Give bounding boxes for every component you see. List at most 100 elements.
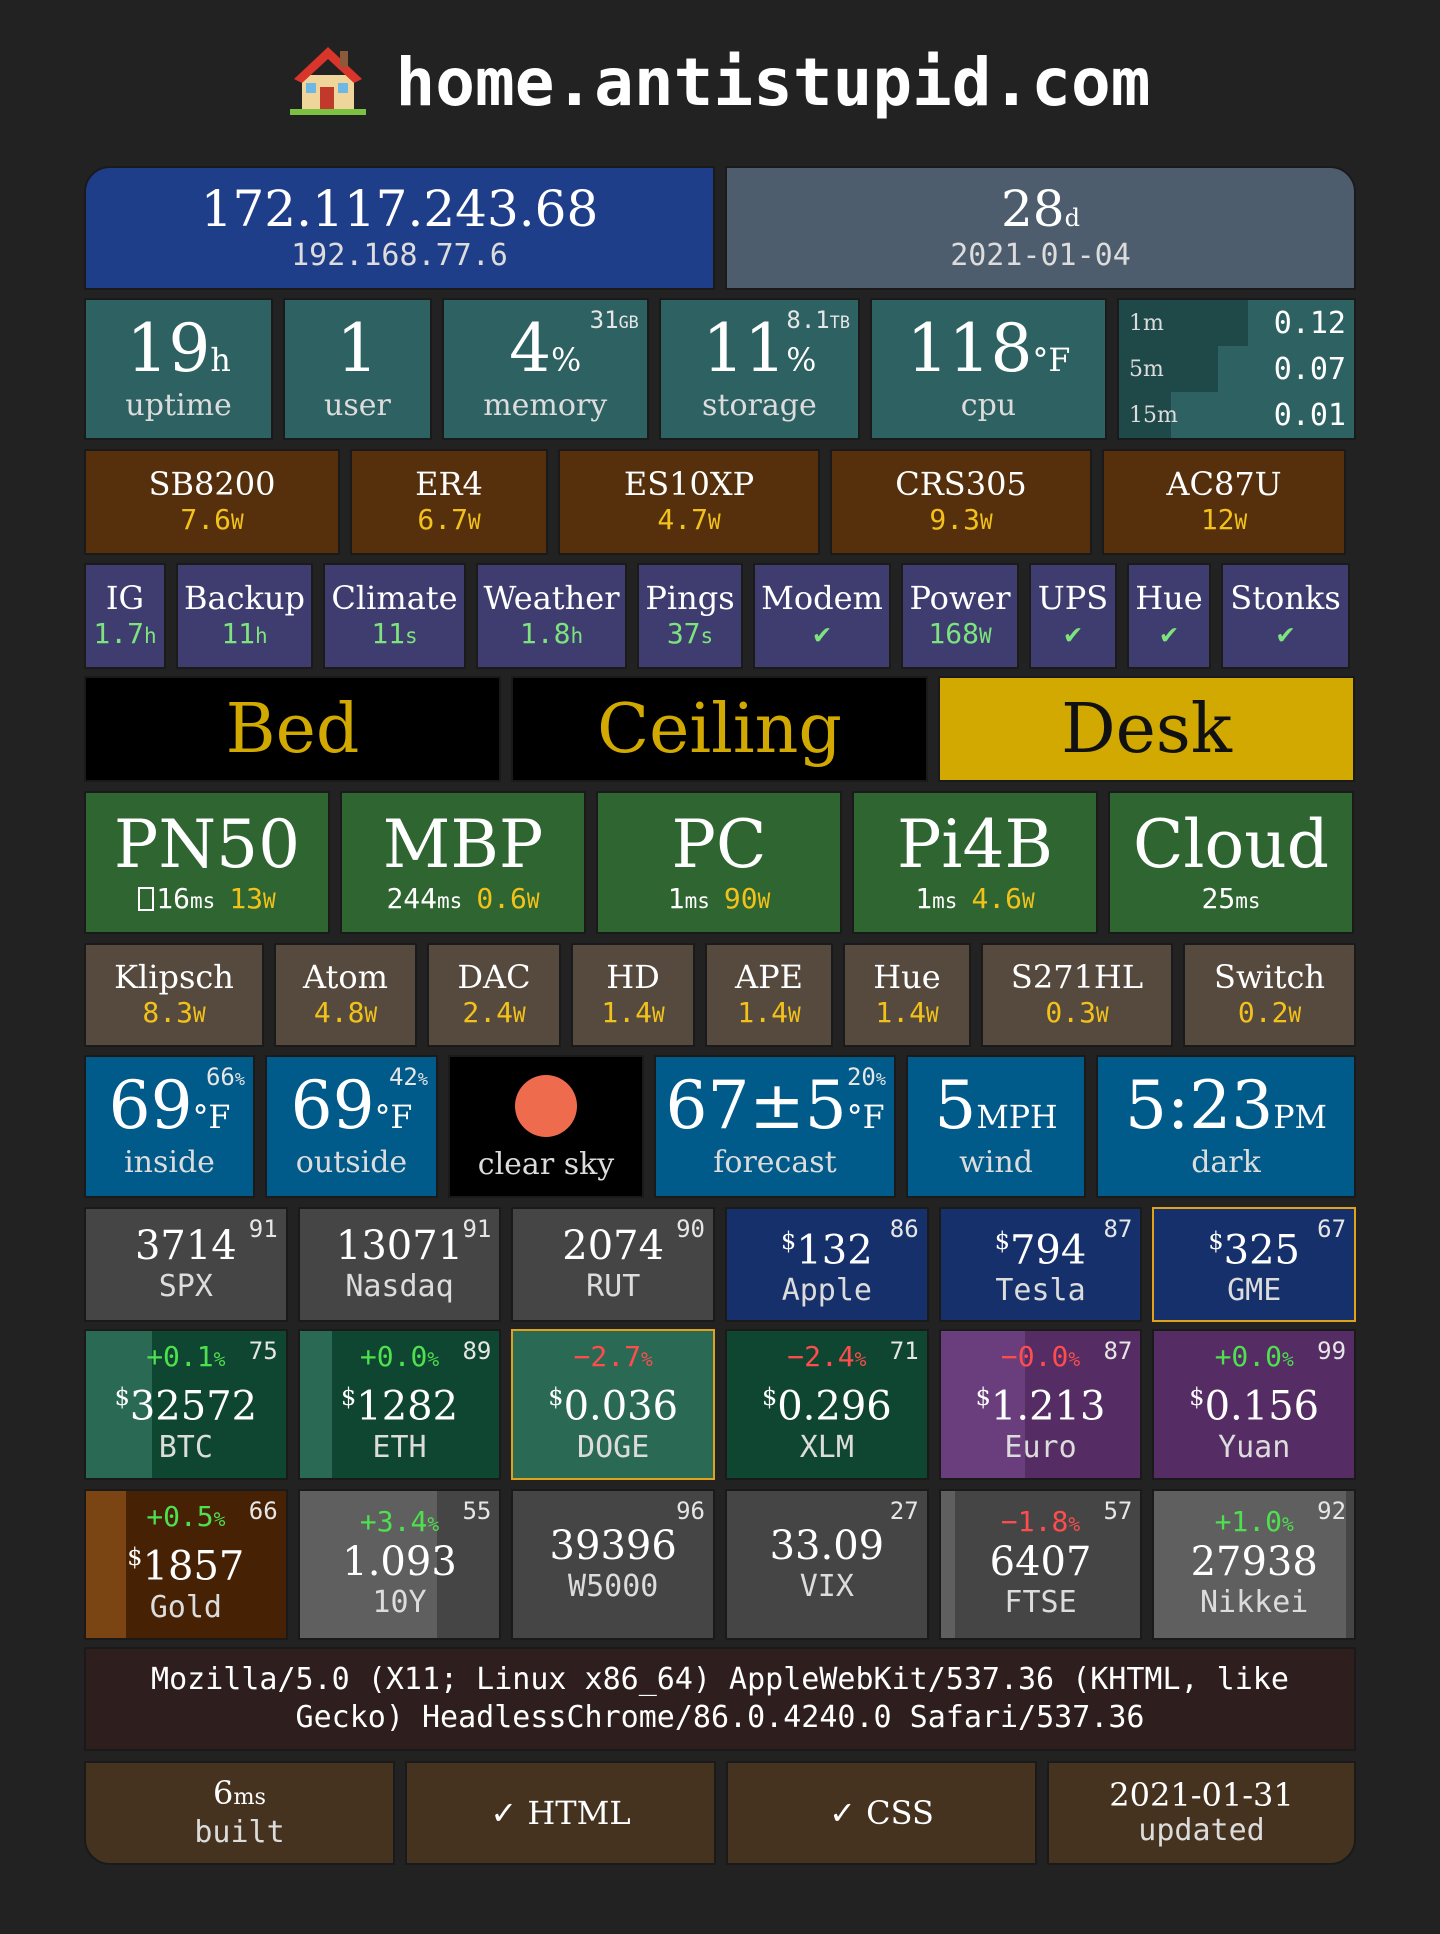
host-mbp: MBP 244ms 0.6W	[340, 791, 586, 934]
cpu-value: 118°F	[906, 309, 1071, 387]
host-name: PC	[671, 805, 767, 883]
ticker-content: +1.0% 27938 Nikkei	[1191, 1507, 1318, 1622]
device-power: 7.6W	[180, 503, 244, 536]
ticker-price: $794	[994, 1226, 1087, 1274]
ticker-label: GME	[1227, 1273, 1282, 1309]
ticker-content: 33.09 VIX	[770, 1524, 885, 1606]
ticker-price: 27938	[1190, 1539, 1318, 1585]
wind-card: 5MPH wind	[906, 1055, 1086, 1198]
ticker-content: +0.0% $0.156 Yuan	[1189, 1342, 1319, 1466]
host-name: MBP	[382, 805, 544, 883]
light-ceiling-button[interactable]: Ceiling	[511, 676, 928, 782]
ticker-change: −1.8%	[1000, 1505, 1081, 1538]
ticker-price: $1857	[127, 1543, 245, 1590]
load-card: 1m 0.12 5m 0.07 15m 0.01	[1116, 298, 1356, 440]
ticker-gold: 66 +0.5% $1857 Gold	[84, 1489, 288, 1640]
css-valid-link[interactable]: ✓ CSS	[726, 1761, 1037, 1865]
host-stats: 244ms 0.6W	[386, 881, 540, 915]
ticker-change: +3.4%	[359, 1505, 440, 1538]
ticker-content: −2.7% $0.036 DOGE	[548, 1342, 678, 1466]
device-ape: APE 1.4W	[705, 943, 833, 1047]
site-name[interactable]: home.antistupid.com	[396, 44, 1151, 121]
device-name: CRS305	[895, 465, 1027, 503]
light-bed-button[interactable]: Bed	[84, 676, 501, 782]
ticker-percentile: 87	[1103, 1215, 1133, 1243]
build-time-label: built	[194, 1815, 285, 1850]
service-climate: Climate 11s	[323, 563, 466, 669]
storage-card: 8.1TB 11% storage	[658, 298, 860, 440]
ticker-price: 13071	[335, 1222, 464, 1269]
sky-label: clear sky	[477, 1147, 615, 1182]
inside-label: inside	[124, 1145, 215, 1180]
ticker-label: FTSE	[1004, 1585, 1077, 1620]
service-name: Weather	[483, 579, 620, 617]
ticker-percentile: 91	[462, 1215, 492, 1243]
ticker-percentile: 86	[889, 1215, 919, 1243]
uptime-value: 19h	[126, 309, 231, 387]
ticker-gme: 67 $325 GME	[1152, 1207, 1357, 1322]
ticker-yuan: 99 +0.0% $0.156 Yuan	[1152, 1329, 1357, 1480]
ticker-content: $132 Apple	[781, 1219, 873, 1310]
ticker-vix: 27 33.09 VIX	[725, 1489, 929, 1640]
device-name: Hue	[873, 958, 941, 996]
ticker-spx: 91 3714 SPX	[84, 1207, 288, 1322]
ticker-content: +0.1% $32572 BTC	[115, 1342, 258, 1466]
device-power: 12W	[1200, 503, 1248, 536]
device-name: HD	[606, 958, 660, 996]
service-name: Climate	[331, 579, 458, 617]
ticker-percentile: 90	[676, 1215, 706, 1243]
service-name: UPS	[1037, 579, 1109, 617]
inside-temp-card: 66% 69°F inside	[84, 1055, 255, 1198]
host-pc: PC 1ms 90W	[596, 791, 842, 934]
service-name: Backup	[184, 579, 305, 617]
host-stats: 16ms 13W	[138, 881, 276, 918]
device-klipsch: Klipsch 8.3W	[84, 943, 264, 1047]
outside-humidity: 42%	[388, 1063, 428, 1091]
service-status: 1.8h	[519, 617, 584, 650]
ticker-percentile: 92	[1317, 1497, 1347, 1525]
ticker-label: SPX	[158, 1268, 213, 1304]
ticker-content: 2074 RUT	[562, 1224, 664, 1306]
ticker-label: Nikkei	[1200, 1585, 1309, 1620]
ticker-content: +3.4% 1.093 10Y	[342, 1507, 457, 1622]
ticker-ftse: 57 −1.8% 6407 FTSE	[938, 1489, 1143, 1640]
ticker-content: −1.8% 6407 FTSE	[990, 1507, 1092, 1622]
device-name: Switch	[1214, 958, 1325, 996]
ticker-percentile: 89	[462, 1337, 492, 1365]
service-ig: IG 1.7h	[84, 563, 166, 669]
cpu-card: 118°F cpu	[869, 298, 1107, 440]
sun-icon	[515, 1075, 577, 1137]
ticker-price: $132	[781, 1226, 873, 1274]
build-time-value: 6ms	[212, 1774, 267, 1812]
device-power: 9.3W	[929, 503, 993, 536]
ticker-doge: −2.7% $0.036 DOGE	[511, 1329, 716, 1480]
device-name: SB8200	[148, 465, 276, 503]
load-row: 1m 0.12	[1118, 300, 1354, 346]
host-pn50: PN50 16ms 13W	[84, 791, 330, 934]
light-desk-button[interactable]: Desk	[938, 676, 1355, 782]
host-ping: 1	[915, 881, 933, 915]
ticker-percentile: 66	[248, 1497, 278, 1525]
ticker-range-bar	[299, 1331, 332, 1478]
service-status: 11h	[221, 617, 268, 650]
host-ping: 16	[156, 881, 191, 915]
days-value: 28d	[1001, 179, 1080, 238]
load-row: 15m 0.01	[1118, 392, 1354, 438]
ticker-price: $0.156	[1189, 1383, 1320, 1430]
ticker-price: 6407	[989, 1539, 1092, 1585]
device-name: ES10XP	[623, 465, 755, 503]
time-card: 5:23PM dark	[1096, 1055, 1356, 1198]
device-name: S271HL	[1010, 958, 1144, 996]
ticker-percentile: 91	[248, 1215, 278, 1243]
ticker-price: $1.213	[975, 1383, 1106, 1430]
device-hue: Hue 1.4W	[843, 943, 971, 1047]
ticker-price: $0.036	[548, 1383, 679, 1430]
load-value: 0.07	[1273, 351, 1346, 387]
ticker-nikkei: 92 +1.0% 27938 Nikkei	[1152, 1489, 1357, 1640]
public-ip: 172.117.243.68	[200, 179, 599, 238]
html-valid-link[interactable]: ✓ HTML	[405, 1761, 716, 1865]
device-name: Klipsch	[114, 958, 234, 996]
service-name: Modem	[761, 579, 883, 617]
ticker-percentile: 55	[462, 1497, 492, 1525]
device-name: DAC	[457, 958, 531, 996]
